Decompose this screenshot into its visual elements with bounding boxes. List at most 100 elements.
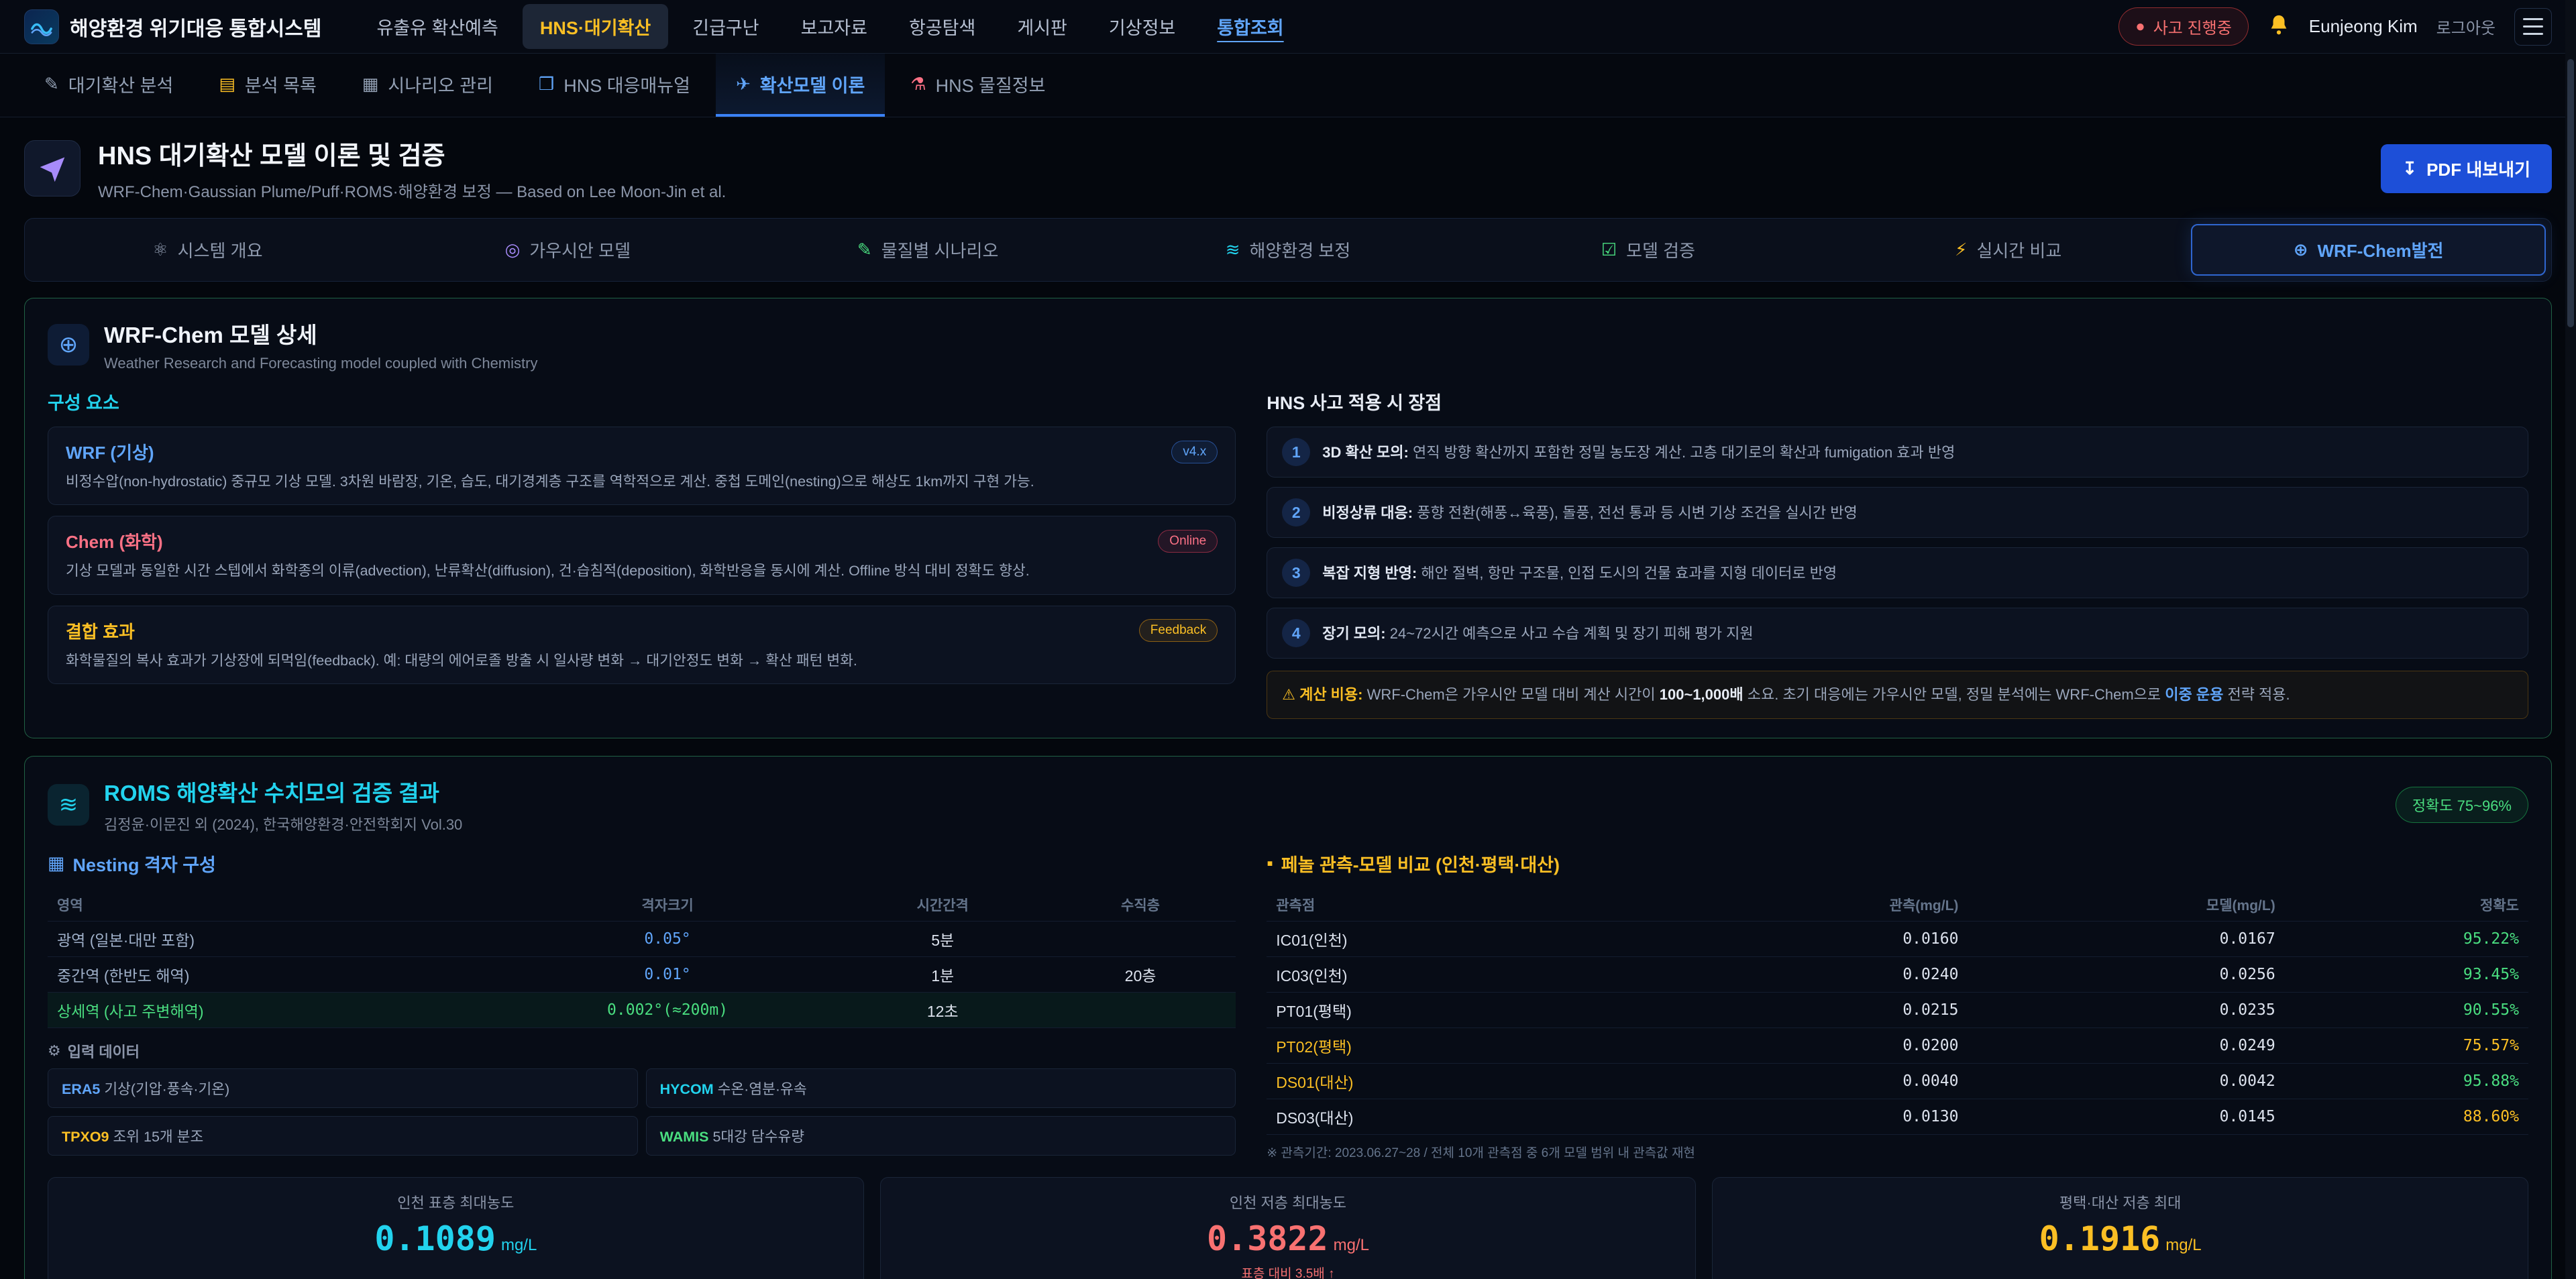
tab-marine-correction[interactable]: ≋ 해양환경 보정: [1111, 224, 1466, 276]
accuracy-value: 88.60%: [2275, 1108, 2519, 1125]
hamburger-menu-icon[interactable]: [2514, 8, 2552, 46]
gear-icon: ⚙: [48, 1042, 61, 1060]
station-name: DS03(대산): [1276, 1105, 1642, 1128]
nav-item-oil-spill[interactable]: 유출유 확산예측: [359, 4, 515, 49]
cost-note-text: WRF-Chem은 가우시안 모델 대비 계산 시간이: [1367, 686, 1660, 703]
tab-substance-scenario[interactable]: ✎ 물질별 시나리오: [751, 224, 1106, 276]
cost-note-text: 전략 적용.: [2227, 686, 2290, 703]
wave-icon: ≋: [48, 784, 89, 826]
nav-item-hns-dispersion[interactable]: HNS·대기확산: [523, 4, 668, 49]
roms-title: ROMS 해양확산 수치모의 검증 결과: [104, 775, 462, 808]
input-desc: 수온·염분·유속: [714, 1081, 807, 1097]
tab-realtime-compare[interactable]: ⚡ 실시간 비교: [1831, 224, 2186, 276]
nav-item-rescue[interactable]: 긴급구난: [675, 4, 776, 49]
observed-value: 0.0040: [1642, 1072, 1958, 1090]
stat-card-incheon-surface: 인천 표층 최대농도 0.1089mg/L: [48, 1177, 864, 1279]
stat-unit: mg/L: [2165, 1236, 2201, 1254]
logout-button[interactable]: 로그아웃: [2436, 15, 2496, 38]
table-row: 중간역 (한반도 해역) 0.01° 1분 20층: [48, 957, 1236, 993]
accuracy-value: 90.55%: [2275, 1001, 2519, 1019]
subnav-item-analysis-list[interactable]: ▤ 분석 목록: [199, 54, 336, 117]
table-row: PT01(평택) 0.0215 0.0235 90.55%: [1267, 993, 2528, 1028]
accuracy-badge: 정확도 75~96%: [2396, 787, 2528, 823]
user-name[interactable]: Eunjeong Kim: [2309, 16, 2418, 37]
component-card-wrf: WRF (기상) v4.x 비정수압(non-hydrostatic) 중규모 …: [48, 427, 1236, 505]
station-name: IC03(인천): [1276, 963, 1642, 986]
roms-subtitle: 김정윤·이문진 외 (2024), 한국해양환경·안전학회지 Vol.30: [104, 813, 462, 834]
cost-note-highlight: 100~1,000배: [1660, 686, 1743, 703]
accuracy-value: 95.22%: [2275, 930, 2519, 948]
scrollbar[interactable]: [2565, 0, 2576, 1279]
pencil-icon: ✎: [857, 239, 872, 260]
folder-icon: ▦: [362, 74, 379, 95]
input-data-grid: ERA5 기상(기압·풍속·기온) HYCOM 수온·염분·유속 TPXO9 조…: [48, 1068, 1236, 1156]
col-header: 시간간격: [831, 895, 1055, 915]
nav-item-reports[interactable]: 보고자료: [784, 4, 885, 49]
table-row: PT02(평택) 0.0200 0.0249 75.57%: [1267, 1028, 2528, 1064]
tab-gaussian-model[interactable]: ◎ 가우시안 모델: [390, 224, 745, 276]
col-header: 관측(mg/L): [1642, 895, 1958, 915]
tab-model-validation[interactable]: ☑ 모델 검증: [1470, 224, 1825, 276]
model-value: 0.0145: [1958, 1108, 2275, 1125]
tab-label: 실시간 비교: [1976, 237, 2061, 262]
wave-icon: ≋: [1226, 239, 1240, 260]
observation-column: ▪ 페놀 관측-모델 비교 (인천·평택·대산) 관측점 관측(mg/L) 모델…: [1267, 850, 2528, 1161]
book-icon: ❒: [539, 74, 554, 95]
cost-note-lead: 계산 비용:: [1299, 686, 1362, 703]
page-header: HNS 대기확산 모델 이론 및 검증 WRF-Chem·Gaussian Pl…: [0, 117, 2576, 215]
wrf-chem-panel-header: ⊕ WRF-Chem 모델 상세 Weather Research and Fo…: [48, 317, 2528, 372]
nesting-table-header: 영역 격자크기 시간간격 수직층: [48, 889, 1236, 922]
subnav-item-manual[interactable]: ❒ HNS 대응매뉴얼: [519, 54, 710, 117]
flask-icon: ⚗: [910, 74, 926, 95]
bell-icon[interactable]: [2267, 13, 2290, 40]
input-desc: 조위 15개 분조: [109, 1129, 204, 1145]
nav-item-integrated-search[interactable]: 통합조회: [1199, 4, 1301, 49]
pdf-export-button[interactable]: ↧ PDF 내보내기: [2381, 144, 2552, 193]
obs-table-header: 관측점 관측(mg/L) 모델(mg/L) 정확도: [1267, 889, 2528, 922]
roms-validation-panel: ≋ ROMS 해양확산 수치모의 검증 결과 김정윤·이문진 외 (2024),…: [24, 756, 2552, 1279]
station-name: IC01(인천): [1276, 928, 1642, 950]
scrollbar-thumb[interactable]: [2567, 59, 2574, 327]
observed-value: 0.0215: [1642, 1001, 1958, 1019]
subnav-item-substance-info[interactable]: ⚗ HNS 물질정보: [890, 54, 1065, 117]
stat-label: 평택·대산 저층 최대: [1726, 1191, 2514, 1213]
online-badge: Online: [1158, 530, 1218, 553]
check-icon: ☑: [1601, 239, 1617, 260]
stat-label: 인천 저층 최대농도: [894, 1191, 1682, 1213]
col-header: 정확도: [2275, 895, 2519, 915]
document-icon: ▤: [219, 74, 235, 95]
col-header: 영역: [57, 895, 504, 915]
subnav-label: HNS 물질정보: [936, 71, 1046, 97]
tab-label: 물질별 시나리오: [881, 237, 999, 262]
grid-size: 0.01°: [504, 966, 831, 983]
subnav-item-analysis[interactable]: ✎ 대기확산 분석: [24, 54, 193, 117]
domain-name: 광역 (일본·대만 포함): [57, 928, 504, 950]
advantage-lead: 복잡 지형 반영:: [1322, 565, 1417, 581]
wrf-chem-title: WRF-Chem 모델 상세: [104, 317, 537, 349]
main-content: ⊕ WRF-Chem 모델 상세 Weather Research and Fo…: [0, 298, 2576, 1279]
download-icon: ↧: [2402, 158, 2417, 179]
atom-icon: ⚛: [152, 239, 168, 260]
nav-item-board[interactable]: 게시판: [1000, 4, 1085, 49]
stat-unit: mg/L: [1334, 1236, 1369, 1254]
subnav-item-model-theory[interactable]: ✈ 확산모델 이론: [716, 54, 885, 117]
components-heading: 구성 요소: [48, 388, 1236, 414]
table-row: DS01(대산) 0.0040 0.0042 95.88%: [1267, 1064, 2528, 1099]
nav-item-air-search[interactable]: 항공탐색: [892, 4, 993, 49]
nesting-heading: Nesting 격자 구성: [73, 850, 216, 877]
nav-item-weather[interactable]: 기상정보: [1091, 4, 1193, 49]
component-name: 결합 효과: [66, 618, 135, 643]
component-card-coupling: 결합 효과 Feedback 화학물질의 복사 효과가 기상장에 되먹임(fee…: [48, 606, 1236, 684]
page-subtitle: WRF-Chem·Gaussian Plume/Puff·ROMS·해양환경 보…: [98, 178, 726, 202]
model-value: 0.0256: [1958, 966, 2275, 983]
tab-wrf-chem[interactable]: ⊕ WRF-Chem발전: [2191, 224, 2546, 276]
accuracy-value: 93.45%: [2275, 966, 2519, 983]
incident-status-badge[interactable]: ● 사고 진행중: [2118, 7, 2249, 46]
tab-system-overview[interactable]: ⚛ 시스템 개요: [30, 224, 385, 276]
input-tag: ERA5: [62, 1081, 100, 1097]
advantages-heading: HNS 사고 적용 시 장점: [1267, 388, 2528, 414]
brand[interactable]: 해양환경 위기대응 통합시스템: [24, 9, 321, 44]
component-desc: 화학물질의 복사 효과가 기상장에 되먹임(feedback). 예: 대량의 …: [66, 650, 1218, 671]
subnav-item-scenario[interactable]: ▦ 시나리오 관리: [342, 54, 513, 117]
model-value: 0.0249: [1958, 1037, 2275, 1054]
